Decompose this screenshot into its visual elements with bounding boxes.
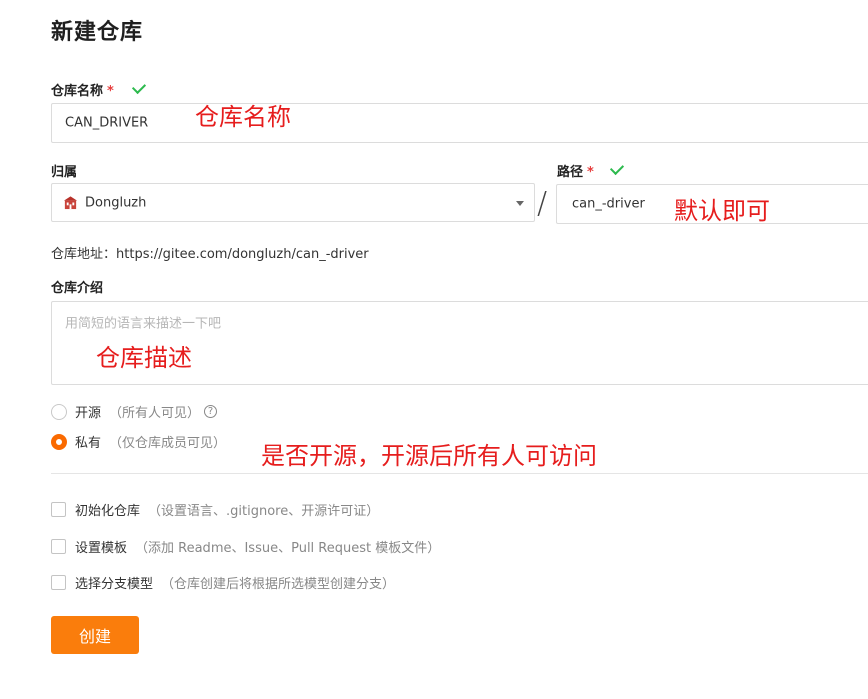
- divider: [51, 473, 868, 474]
- annotation-path: 默认即可: [674, 197, 770, 225]
- visibility-option-public[interactable]: 开源 （所有人可见） ?: [51, 402, 218, 421]
- annotation-visibility: 是否开源，开源后所有人可访问: [261, 442, 597, 470]
- option-branch-model-label: 选择分支模型: [75, 577, 154, 592]
- option-templates-label: 设置模板: [75, 541, 128, 556]
- option-templates[interactable]: 设置模板 （添加 Readme、Issue、Pull Request 模板文件）: [51, 537, 440, 556]
- repo-name-input[interactable]: CAN_DRIVER: [51, 103, 868, 143]
- repo-name-value: CAN_DRIVER: [65, 115, 149, 131]
- option-init-repo-hint: （设置语言、.gitignore、开源许可证）: [148, 504, 380, 519]
- path-label-text: 路径: [557, 165, 584, 180]
- radio-public-hint: （所有人可见）: [109, 406, 201, 421]
- radio-public[interactable]: [51, 403, 67, 420]
- page-title: 新建仓库: [51, 20, 144, 45]
- path-value: can_-driver: [572, 196, 645, 212]
- repo-address-url: https://gitee.com/dongluzh/can_-driver: [116, 247, 369, 262]
- building-icon: [63, 196, 78, 210]
- annotation-repo-name: 仓库名称: [195, 103, 291, 131]
- question-circle-icon[interactable]: ?: [204, 405, 218, 418]
- repo-address-label: 仓库地址：: [51, 247, 117, 262]
- caret-down-icon: [516, 200, 524, 206]
- checkbox-branch-model[interactable]: [51, 575, 66, 590]
- owner-value: Dongluzh: [85, 195, 147, 210]
- description-label: 仓库介绍: [51, 281, 104, 296]
- radio-private-hint: （仅仓库成员可见）: [109, 436, 227, 451]
- annotation-description: 仓库描述: [96, 344, 192, 372]
- radio-private-label: 私有: [75, 436, 102, 451]
- checkbox-templates[interactable]: [51, 539, 66, 554]
- radio-public-label: 开源: [75, 406, 102, 421]
- repo-name-label: 仓库名称 *: [51, 80, 114, 99]
- checkbox-init-repo[interactable]: [51, 502, 66, 517]
- path-label: 路径 *: [557, 161, 594, 180]
- option-branch-model[interactable]: 选择分支模型 （仓库创建后将根据所选模型创建分支）: [51, 573, 395, 592]
- path-separator: /: [537, 186, 548, 221]
- check-icon: [131, 79, 147, 95]
- radio-private[interactable]: [51, 433, 67, 450]
- check-icon: [609, 160, 625, 176]
- required-mark: *: [587, 165, 594, 180]
- repo-address: 仓库地址：https://gitee.com/dongluzh/can_-dri…: [51, 243, 369, 262]
- option-branch-model-hint: （仓库创建后将根据所选模型创建分支）: [161, 577, 396, 592]
- option-init-repo[interactable]: 初始化仓库 （设置语言、.gitignore、开源许可证）: [51, 500, 379, 519]
- create-button[interactable]: 创建: [51, 616, 139, 654]
- description-placeholder: 用简短的语言来描述一下吧: [65, 316, 222, 332]
- owner-label: 归属: [51, 165, 78, 180]
- option-init-repo-label: 初始化仓库: [75, 504, 141, 519]
- visibility-option-private[interactable]: 私有 （仅仓库成员可见）: [51, 432, 226, 451]
- repo-name-label-text: 仓库名称: [51, 84, 104, 99]
- owner-select[interactable]: Dongluzh: [51, 183, 535, 222]
- required-mark: *: [107, 84, 114, 99]
- option-templates-hint: （添加 Readme、Issue、Pull Request 模板文件）: [135, 541, 441, 556]
